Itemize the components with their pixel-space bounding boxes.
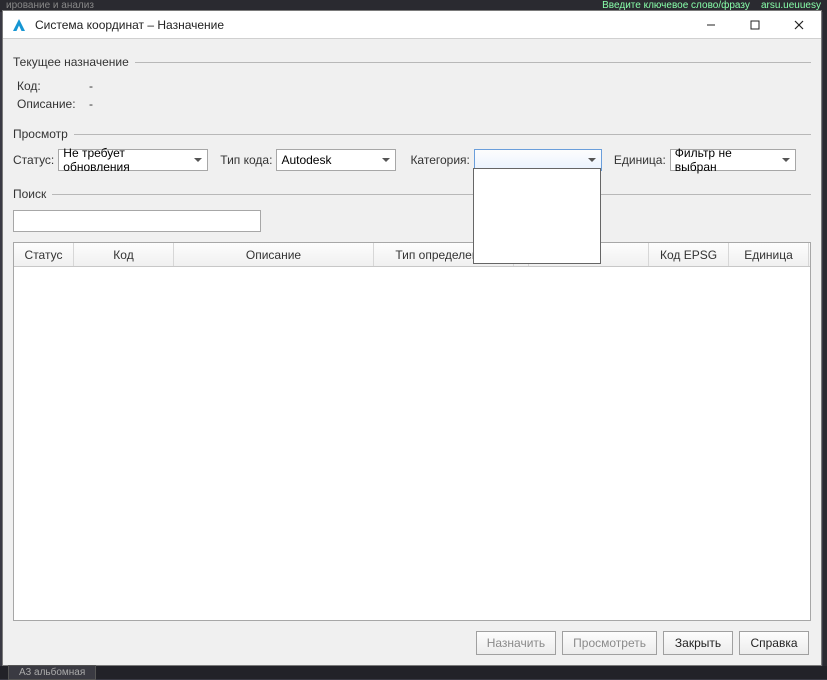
grid-column-header[interactable]: Код EPSG <box>649 243 729 266</box>
unit-label: Единица: <box>614 153 666 167</box>
minimize-button[interactable] <box>689 11 733 39</box>
code-value: - <box>89 79 93 93</box>
group-view-legend: Просмотр <box>13 127 74 141</box>
app-icon <box>9 15 29 35</box>
codetype-combo-value: Autodesk <box>281 153 331 167</box>
unit-combo[interactable]: Фильтр не выбран <box>670 149 796 171</box>
code-label: Код: <box>17 79 89 93</box>
status-combo-value: Не требует обновления <box>63 146 189 174</box>
bg-right-edge <box>823 10 827 666</box>
grid-column-header[interactable]: Единица <box>729 243 809 266</box>
group-current-legend: Текущее назначение <box>13 55 135 69</box>
category-label: Категория: <box>410 153 469 167</box>
category-dropdown-list[interactable] <box>473 168 601 264</box>
grid-body[interactable] <box>14 267 810 620</box>
group-current-assignment: Текущее назначение Код: - Описание: - <box>13 55 811 115</box>
close-button[interactable] <box>777 11 821 39</box>
window-title: Система координат – Назначение <box>35 18 689 32</box>
bg-bottom-tab: A3 альбомная <box>8 665 96 680</box>
results-grid[interactable]: СтатусКодОписаниеТип определенияСорииКод… <box>13 242 811 621</box>
dialog-window: Система координат – Назначение Текущее н… <box>2 10 822 666</box>
group-view: Просмотр Статус: Не требует обновления Т… <box>13 127 811 175</box>
description-label: Описание: <box>17 97 89 111</box>
titlebar[interactable]: Система координат – Назначение <box>3 11 821 39</box>
group-search: Поиск <box>13 187 811 238</box>
search-input[interactable] <box>13 210 261 232</box>
codetype-label: Тип кода: <box>220 153 272 167</box>
grid-column-header[interactable]: Описание <box>174 243 374 266</box>
grid-column-header[interactable]: Код <box>74 243 174 266</box>
description-value: - <box>89 97 93 111</box>
grid-column-header[interactable]: Статус <box>14 243 74 266</box>
assign-button[interactable]: Назначить <box>476 631 556 655</box>
codetype-combo[interactable]: Autodesk <box>276 149 396 171</box>
group-search-legend: Поиск <box>13 187 52 201</box>
bg-bottom-bar: A3 альбомная <box>0 666 827 679</box>
status-label: Статус: <box>13 153 54 167</box>
help-button[interactable]: Справка <box>739 631 809 655</box>
preview-button[interactable]: Просмотреть <box>562 631 657 655</box>
grid-header[interactable]: СтатусКодОписаниеТип определенияСорииКод… <box>14 243 810 267</box>
unit-combo-value: Фильтр не выбран <box>675 146 777 174</box>
close-dialog-button[interactable]: Закрыть <box>663 631 733 655</box>
status-combo[interactable]: Не требует обновления <box>58 149 208 171</box>
maximize-button[interactable] <box>733 11 777 39</box>
dialog-button-row: Назначить Просмотреть Закрыть Справка <box>13 631 811 659</box>
